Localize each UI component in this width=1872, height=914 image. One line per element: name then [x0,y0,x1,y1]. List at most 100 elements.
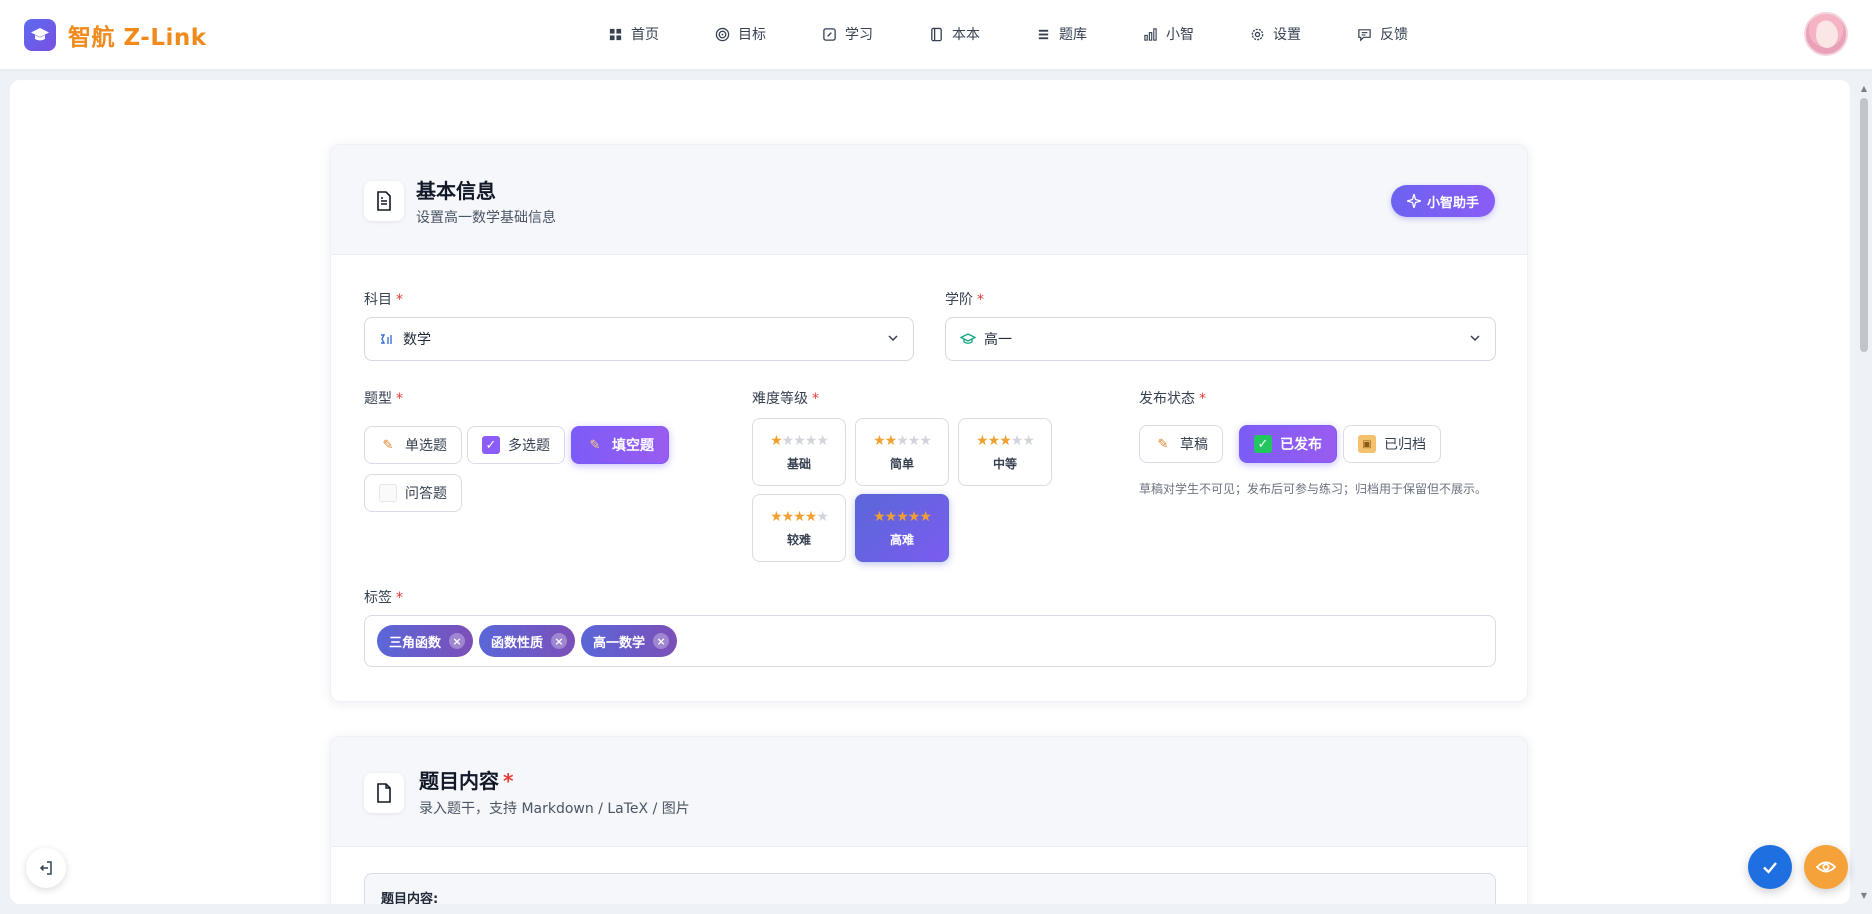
assistant-button[interactable]: 小智助手 [1390,185,1495,217]
status-label: 发布状态 * [1139,391,1206,407]
tag-chip: 高一数学 × [581,625,678,657]
avatar[interactable] [1804,12,1848,56]
nav-label: 设置 [1273,27,1301,43]
scroll-down-arrow-icon[interactable]: ▼ [1860,891,1868,900]
target-icon [715,27,730,41]
nav-item-home[interactable]: 首页 [580,0,687,68]
gear-icon [1251,28,1264,40]
card-header: 题目内容 * 录入题干，支持 Markdown / LaTeX / 图片 [331,737,1527,847]
assistant-label: 小智助手 [1426,195,1479,211]
tags-label: 标签 * [364,590,403,606]
preview-fab[interactable] [1804,845,1848,889]
scroll-up-arrow-icon[interactable]: ▲ [1860,84,1868,93]
logout-icon [39,861,52,875]
nav-item-notebook[interactable]: 本本 [901,0,1008,68]
chip-label: 草稿 [1180,437,1208,453]
difficulty-label-text: 较难 [786,532,811,547]
scroll-thumb[interactable] [1860,98,1868,352]
top-navbar: 智航 Z-Link 首页 目标 学习 本本 题库 小智 设置 反馈 [0,0,1872,70]
nav-label: 本本 [952,27,980,43]
card-header: 基本信息 设置高一数学基础信息 小智助手 [331,145,1527,255]
check-box-icon: ✓ [1254,435,1272,453]
nav-item-xiaozhi[interactable]: 小智 [1115,0,1222,68]
graduation-cap-icon [960,333,976,344]
grade-label: 学阶 * [945,292,984,308]
star-rating: ★★★★★ [770,432,829,449]
nav-item-question-bank[interactable]: 题库 [1008,0,1115,68]
remove-tag-icon[interactable]: × [551,633,568,649]
remove-tag-icon[interactable]: × [653,633,670,649]
pencil-icon: ✎ [1157,436,1169,452]
card-subtitle: 设置高一数学基础信息 [416,210,556,226]
card-title: 题目内容 * [419,769,514,793]
chevron-down-icon [888,335,898,342]
type-fill-blank[interactable]: ✎ 填空题 [571,426,669,464]
difficulty-easy[interactable]: ★★★★★ 简单 [855,418,949,486]
status-published[interactable]: ✓ 已发布 [1239,425,1337,463]
confirm-fab[interactable] [1748,845,1792,889]
document-icon [364,181,404,221]
star-rating: ★★★★★ [873,432,932,449]
chevron-down-icon [1470,335,1480,342]
subject-label: 科目 * [364,292,403,308]
difficulty-label-text: 中等 [992,456,1017,471]
nav-label: 反馈 [1380,27,1408,43]
checkbox-icon: ✓ [482,436,500,454]
chip-label: 已发布 [1280,437,1322,453]
brand[interactable]: 智航 Z-Link [24,18,207,52]
question-content-editor[interactable]: 题目内容: [364,873,1496,904]
difficulty-very-hard[interactable]: ★★★★★ 高难 [855,494,949,562]
check-icon [1763,862,1777,874]
eye-icon [1816,861,1836,873]
grid-icon [609,28,622,40]
message-icon [1358,28,1371,42]
type-essay[interactable]: 问答题 [364,474,462,512]
difficulty-basic[interactable]: ★★★★★ 基础 [752,418,846,486]
file-icon [364,773,404,813]
edit-square-icon [823,27,836,41]
package-icon: ▣ [1358,435,1376,453]
star-rating: ★★★★★ [976,432,1035,449]
bar-chart-icon [1144,27,1157,41]
tags-input[interactable]: 三角函数 × 函数性质 × 高一数学 × [364,615,1496,667]
status-archived[interactable]: ▣ 已归档 [1343,425,1441,463]
status-hint: 草稿对学生不可见；发布后可参与练习；归档用于保留但不展示。 [1139,482,1488,496]
grade-select[interactable]: 高一 [945,317,1496,361]
subject-select[interactable]: 数学 [364,317,914,361]
chip-label: 多选题 [508,438,550,454]
exit-button[interactable] [26,848,66,888]
tag-chip: 三角函数 × [377,625,474,657]
nav-label: 首页 [631,27,659,43]
type-multiple-choice[interactable]: ✓ 多选题 [467,426,565,464]
main-panel: 基本信息 设置高一数学基础信息 小智助手 科目 * 数学 学阶 * 高一 题型 * ✎… [10,80,1850,904]
difficulty-label-text: 简单 [889,456,914,471]
nav-label: 目标 [738,27,766,43]
difficulty-medium[interactable]: ★★★★★ 中等 [958,418,1052,486]
page-scrollbar[interactable]: ▲ ▼ [1856,80,1872,904]
difficulty-hard[interactable]: ★★★★★ 较难 [752,494,846,562]
question-content-card: 题目内容 * 录入题干，支持 Markdown / LaTeX / 图片 题目内容… [330,736,1528,904]
status-draft[interactable]: ✎ 草稿 [1139,425,1223,463]
type-single-choice[interactable]: ✎ 单选题 [364,426,462,464]
chip-label: 已归档 [1384,437,1426,453]
type-label: 题型 * [364,391,403,407]
difficulty-label-text: 高难 [889,532,914,547]
subject-value: 数学 [403,332,431,348]
card-title: 基本信息 [416,179,496,203]
brand-name: 智航 Z-Link [68,25,207,51]
nav-label: 小智 [1166,27,1194,43]
difficulty-label: 难度等级 * [752,391,819,407]
nav-item-settings[interactable]: 设置 [1222,0,1329,68]
nav-item-feedback[interactable]: 反馈 [1329,0,1436,68]
sparkle-icon [1406,194,1421,208]
nav-item-goal[interactable]: 目标 [687,0,794,68]
pencil-icon: ✎ [589,437,601,453]
pencil-icon: ✎ [382,437,394,453]
nav-item-study[interactable]: 学习 [794,0,901,68]
notebook-icon [931,27,942,41]
card-subtitle: 录入题干，支持 Markdown / LaTeX / 图片 [419,801,690,817]
content-box-label: 题目内容: [381,892,439,904]
blank-page-icon [379,484,397,502]
remove-tag-icon[interactable]: × [449,633,466,649]
nav-label: 学习 [845,27,873,43]
